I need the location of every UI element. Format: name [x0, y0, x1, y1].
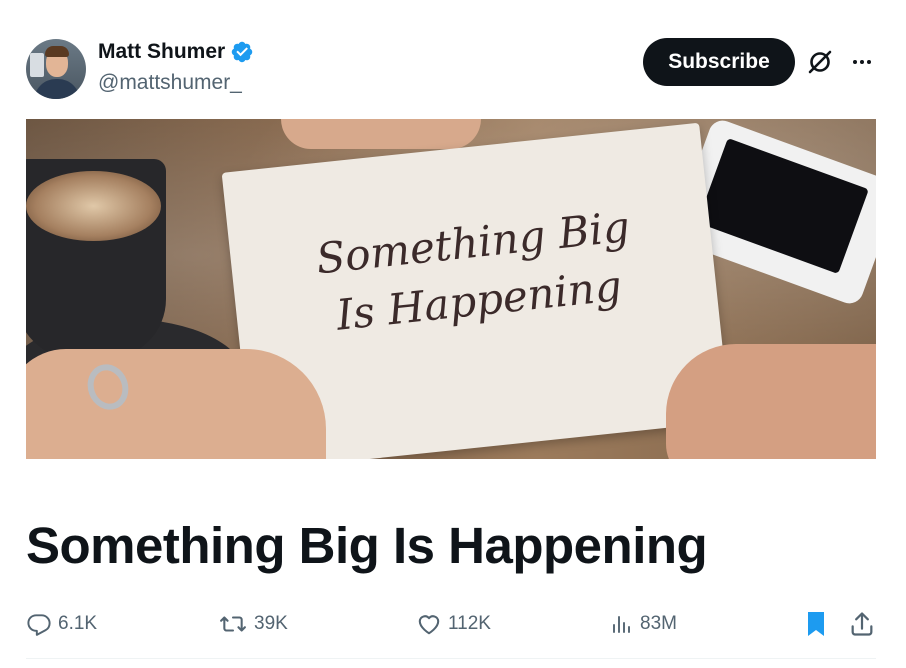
hand-left: [26, 349, 326, 459]
grok-button[interactable]: [804, 46, 836, 78]
heart-icon: [418, 615, 440, 635]
avatar-shirt: [34, 79, 80, 99]
like-count: 112K: [448, 613, 491, 634]
share-button[interactable]: [848, 606, 876, 642]
share-icon: [851, 612, 873, 636]
avatar[interactable]: [26, 39, 86, 99]
repost-icon: [220, 616, 246, 632]
post: Matt Shumer @mattshumer_ Subscribe Somet…: [0, 0, 906, 668]
bookmark-icon: [808, 612, 824, 636]
reply-button[interactable]: 6.1K: [26, 606, 97, 642]
author-name[interactable]: Matt Shumer: [98, 40, 225, 64]
bookmark-button[interactable]: [804, 606, 828, 642]
reply-icon: [27, 614, 51, 636]
hand-right: [666, 344, 876, 459]
coffee: [26, 171, 161, 241]
more-button[interactable]: [846, 46, 878, 78]
more-icon: [853, 60, 871, 64]
author-name-row[interactable]: Matt Shumer: [98, 40, 254, 64]
article-title[interactable]: Something Big Is Happening: [26, 516, 708, 575]
action-bar: 6.1K 39K 112K 83M: [26, 606, 876, 642]
divider: [26, 658, 876, 659]
views-icon: [613, 616, 630, 633]
verified-badge-icon: [231, 41, 253, 63]
like-button[interactable]: 112K: [416, 606, 491, 642]
reply-count: 6.1K: [58, 613, 98, 634]
grok-icon: [808, 50, 832, 74]
repost-button[interactable]: 39K: [218, 606, 288, 642]
author-handle[interactable]: @mattshumer_: [98, 71, 242, 95]
views-button[interactable]: 83M: [610, 606, 677, 642]
subscribe-button[interactable]: Subscribe: [643, 38, 795, 86]
hand-top: [281, 119, 481, 149]
view-count: 83M: [640, 613, 677, 634]
avatar-background: [30, 53, 44, 77]
article-cover-image[interactable]: Something Big Is Happening: [26, 119, 876, 459]
repost-count: 39K: [254, 613, 288, 634]
avatar-hair: [45, 46, 69, 57]
